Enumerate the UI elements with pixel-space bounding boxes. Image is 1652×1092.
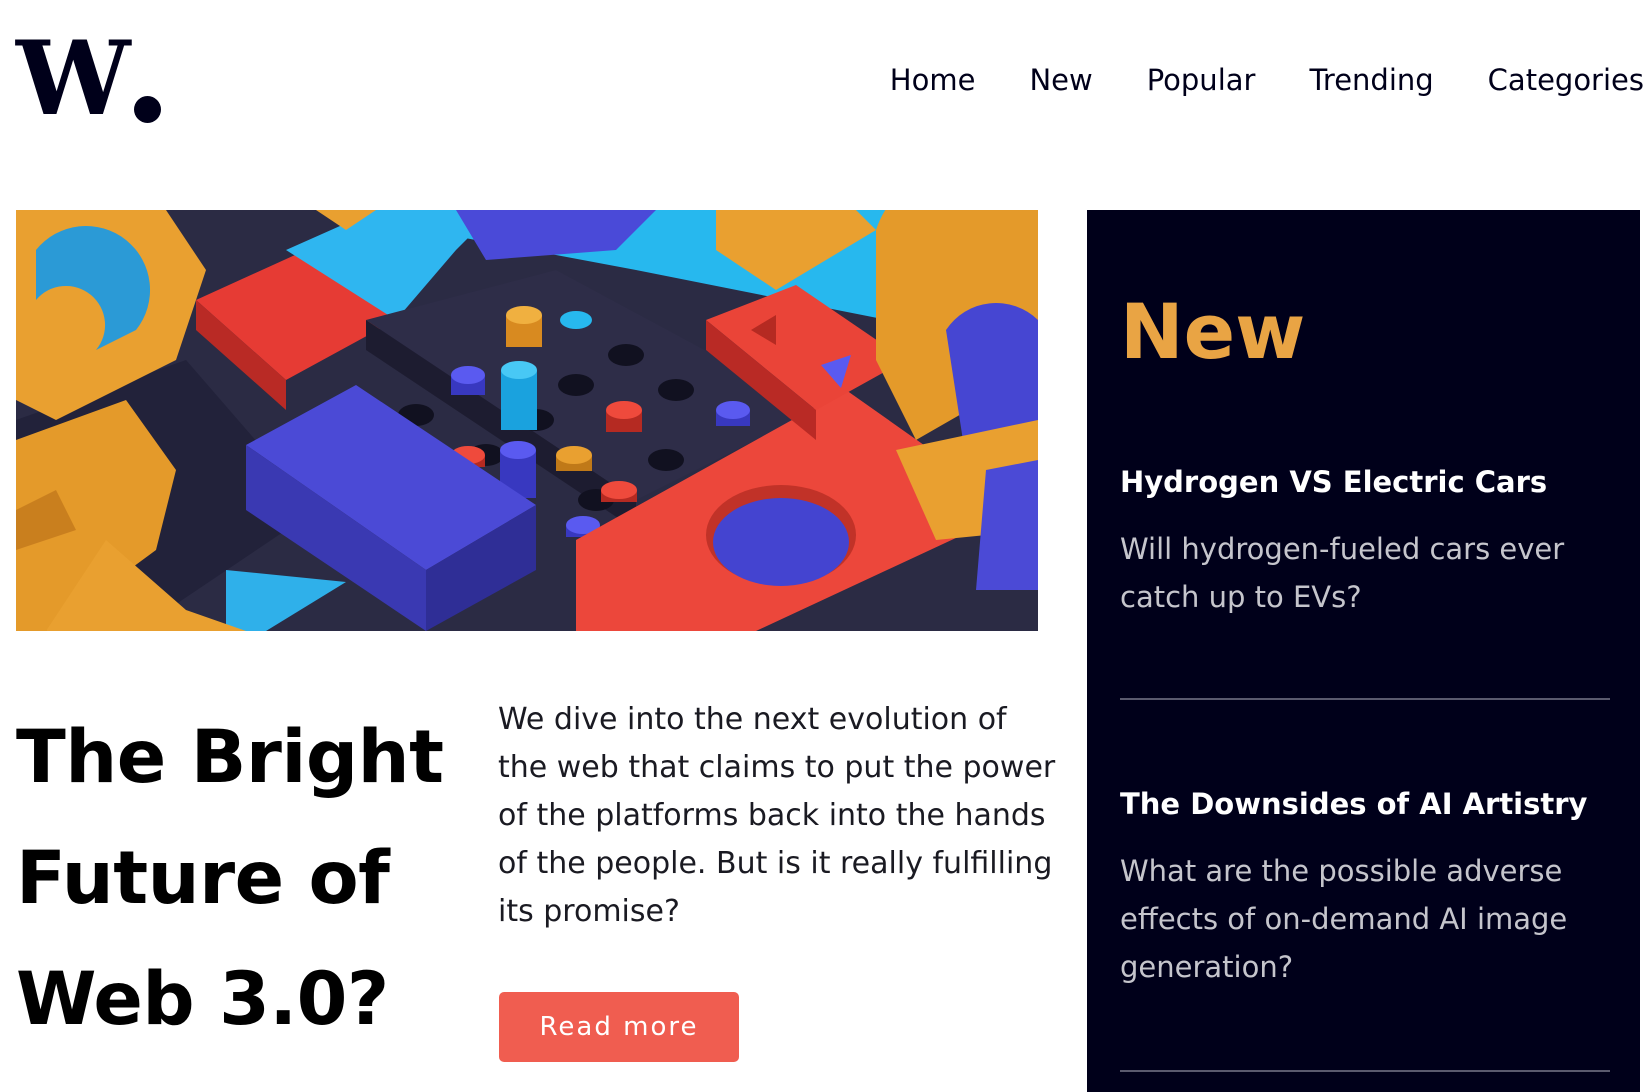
sidebar-title: New [1120,287,1306,376]
hero-illustration [16,210,1038,631]
sidebar-item-title[interactable]: Hydrogen VS Electric Cars [1120,462,1610,502]
logo-dot-icon [134,96,161,123]
sidebar-divider [1120,1070,1610,1072]
sidebar-item-ai-artistry[interactable]: The Downsides of AI Artistry What are th… [1120,784,1610,991]
new-sidebar: New Hydrogen VS Electric Cars Will hydro… [1087,210,1640,1092]
nav-trending[interactable]: Trending [1309,60,1433,100]
logo-letter: W [16,19,131,139]
article-summary: We dive into the next evolution of the w… [498,702,1056,929]
site-logo[interactable]: W [16,19,161,139]
sidebar-item-description: Will hydrogen-fueled cars ever catch up … [1120,532,1565,614]
sidebar-item-title[interactable]: The Downsides of AI Artistry [1120,784,1610,824]
nav-home[interactable]: Home [890,60,976,100]
sidebar-item-description: What are the possible adverse effects of… [1120,854,1568,984]
nav-categories[interactable]: Categories [1488,60,1644,100]
nav-popular[interactable]: Popular [1147,60,1256,100]
hero-image [16,210,1038,631]
read-more-button[interactable]: Read more [499,992,739,1062]
article-title: The Bright Future of Web 3.0? [16,715,444,1042]
nav-new[interactable]: New [1029,60,1092,100]
main-nav: Home New Popular Trending Categories [890,60,1644,100]
sidebar-item-hydrogen[interactable]: Hydrogen VS Electric Cars Will hydrogen-… [1120,462,1610,621]
sidebar-divider [1120,698,1610,700]
